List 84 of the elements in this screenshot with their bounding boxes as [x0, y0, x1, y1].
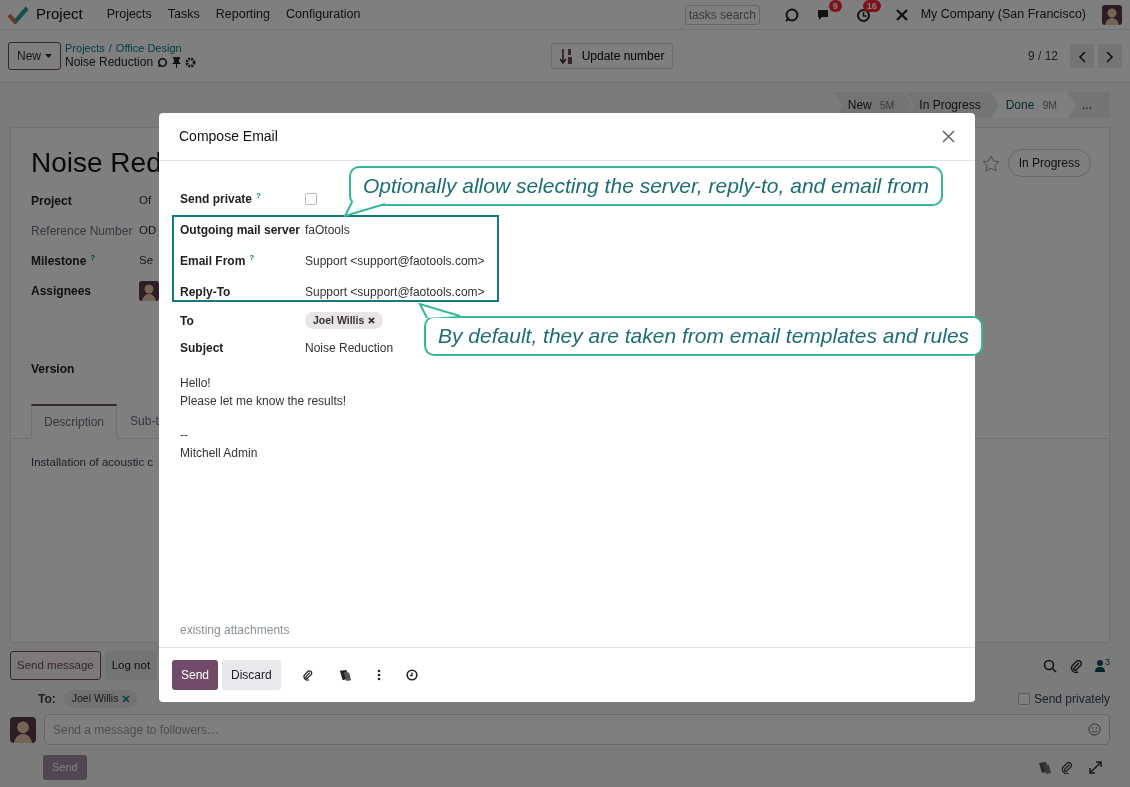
menu-item[interactable]: Configuration: [286, 5, 361, 24]
breadcrumb-separator: /: [108, 41, 112, 56]
field-label: Send private: [180, 191, 253, 206]
send-private-checkbox[interactable]: [305, 192, 317, 205]
stage-button[interactable]: Done 9M: [991, 92, 1075, 118]
remove-icon[interactable]: [368, 317, 376, 324]
field-label: Version: [31, 362, 75, 376]
help-marker[interactable]: ?: [249, 252, 255, 262]
company-switcher[interactable]: My Company (San Francisco): [920, 5, 1086, 24]
field-value: Of: [139, 193, 152, 209]
help-marker[interactable]: ?: [256, 190, 261, 200]
search-field[interactable]: tasks search: [684, 4, 760, 25]
recipients-label: To:: [38, 691, 56, 709]
pin-icon[interactable]: [172, 57, 182, 69]
paperclip-icon[interactable]: [301, 669, 313, 681]
caret-icon: [45, 54, 52, 58]
field-label: To: [180, 313, 194, 328]
person-icon[interactable]: [1095, 659, 1105, 672]
description-text: Installation of acoustic c: [31, 456, 154, 468]
help-marker[interactable]: ?: [90, 253, 96, 262]
message-count-badge: 9: [828, 0, 842, 13]
field-value: OD: [139, 223, 157, 239]
logo-check-icon[interactable]: [8, 5, 28, 24]
chevron-left-icon: [1078, 50, 1086, 63]
field-label: Reference Number: [31, 224, 133, 238]
message-line[interactable]: Hello!: [180, 375, 954, 393]
menu-item[interactable]: Tasks: [167, 5, 200, 24]
message-line[interactable]: Please let me know the results!: [180, 392, 954, 410]
field-label: Assignees: [31, 284, 92, 298]
menu-item[interactable]: Reporting: [215, 5, 270, 24]
field-label: Outgoing mail server: [180, 222, 301, 237]
field-value[interactable]: faOtools: [305, 220, 350, 239]
app-name[interactable]: Project: [36, 3, 83, 26]
new-button[interactable]: New: [8, 42, 61, 70]
tab[interactable]: Description: [31, 404, 118, 439]
field-label: Milestone: [31, 254, 87, 268]
field-label: Project: [31, 194, 72, 208]
recipient-tag[interactable]: Joel Willis: [305, 311, 384, 330]
update-number-button[interactable]: Update number: [550, 43, 674, 69]
close-icon[interactable]: [942, 130, 955, 143]
checkbox-label: Send privately: [1033, 691, 1110, 709]
breadcrumb-link[interactable]: Office Design: [115, 41, 182, 56]
message-line[interactable]: --: [180, 427, 954, 445]
star-icon[interactable]: [981, 154, 1000, 172]
more-stages-button[interactable]: ...: [1068, 92, 1110, 118]
field-value: Se: [139, 253, 154, 269]
templates-icon[interactable]: [337, 668, 352, 682]
clock-icon[interactable]: [405, 669, 418, 681]
expand-icon[interactable]: [1089, 761, 1102, 774]
field-value[interactable]: Noise Reduction: [305, 338, 394, 357]
field-value[interactable]: Support <support@faotools.com>: [305, 251, 485, 270]
chatter-tab-button[interactable]: Log not: [104, 651, 158, 681]
paperclip-icon[interactable]: [1060, 761, 1073, 774]
previous-button[interactable]: [1070, 44, 1094, 68]
chatter-tab-button[interactable]: Send message: [10, 651, 101, 681]
user-avatar[interactable]: [1102, 4, 1122, 25]
activity-count-badge: 16: [862, 0, 881, 13]
search-icon[interactable]: [1043, 658, 1057, 673]
more-options-icon[interactable]: [376, 669, 381, 681]
paperclip-icon[interactable]: [1069, 658, 1083, 673]
callout-pointer: [343, 202, 387, 218]
field-label: Email From: [180, 253, 246, 268]
record-name: Noise Reduction: [65, 55, 154, 71]
field-label: Reply-To: [180, 284, 231, 299]
dialog-title: Compose Email: [179, 127, 278, 146]
next-button[interactable]: [1098, 44, 1122, 68]
send-privately-checkbox[interactable]: [1017, 693, 1030, 706]
breadcrumb-link[interactable]: Projects: [65, 41, 105, 56]
recipient-tag[interactable]: Joel Willis: [63, 690, 139, 709]
sync-icon[interactable]: [783, 6, 800, 23]
assignee-avatar[interactable]: [139, 281, 159, 301]
send-button[interactable]: Send: [172, 660, 219, 690]
sort-icon: [559, 47, 574, 65]
follower-count[interactable]: 3: [1105, 655, 1110, 670]
menu-item[interactable]: Projects: [106, 5, 152, 24]
user-avatar: [10, 716, 36, 743]
field-label: Subject: [180, 340, 224, 355]
pager-value[interactable]: 9 / 12: [1027, 47, 1058, 65]
callout-pointer: [418, 302, 462, 318]
attachments-label: existing attachments: [180, 622, 291, 639]
sync-icon[interactable]: [157, 57, 169, 69]
chevron-right-icon: [1106, 50, 1114, 63]
message-line[interactable]: Mitchell Admin: [180, 444, 954, 462]
discard-button[interactable]: Discard: [222, 660, 281, 690]
